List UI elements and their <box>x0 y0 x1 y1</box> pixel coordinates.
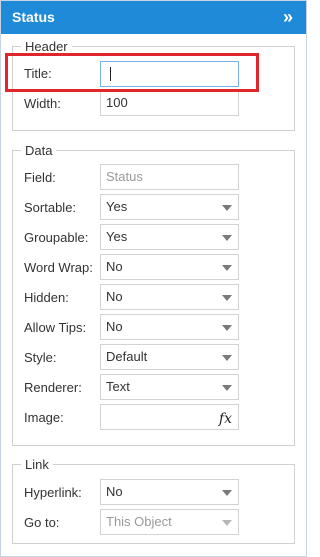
groupable-select[interactable]: Yes <box>100 224 239 250</box>
wordwrap-value: No <box>106 259 123 274</box>
wordwrap-label: Word Wrap: <box>24 260 93 275</box>
width-input[interactable]: 100 <box>100 90 239 116</box>
style-select[interactable]: Default <box>100 344 239 370</box>
renderer-select[interactable]: Text <box>100 374 239 400</box>
hyperlink-value: No <box>106 484 123 499</box>
chevron-down-icon <box>222 205 232 211</box>
image-input[interactable]: fx <box>100 404 239 430</box>
hyperlink-select[interactable]: No <box>100 479 239 505</box>
text-cursor <box>110 67 111 81</box>
allowtips-select[interactable]: No <box>100 314 239 340</box>
sortable-value: Yes <box>106 199 128 214</box>
wordwrap-select[interactable]: No <box>100 254 239 280</box>
field-input-value: Status <box>106 169 143 184</box>
chevron-down-icon <box>222 355 232 361</box>
goto-value: This Object <box>106 514 172 529</box>
hyperlink-label: Hyperlink: <box>24 485 82 500</box>
renderer-label: Renderer: <box>24 380 82 395</box>
title-label: Title: <box>24 66 52 81</box>
allowtips-label: Allow Tips: <box>24 320 87 335</box>
field-input: Status <box>100 164 239 190</box>
chevron-down-icon <box>222 490 232 496</box>
header-legend: Header <box>25 39 68 54</box>
groupable-value: Yes <box>106 229 128 244</box>
link-legend: Link <box>25 457 49 472</box>
properties-panel: Status » Header Title: Width: 100 Data F… <box>0 0 307 557</box>
hidden-select[interactable]: No <box>100 284 239 310</box>
formula-fx-icon[interactable]: fx <box>219 407 232 431</box>
hidden-label: Hidden: <box>24 290 69 305</box>
width-label: Width: <box>24 96 61 111</box>
image-label: Image: <box>24 410 64 425</box>
groupable-label: Groupable: <box>24 230 89 245</box>
panel-title: Status <box>12 9 55 25</box>
renderer-value: Text <box>106 379 130 394</box>
sortable-select[interactable]: Yes <box>100 194 239 220</box>
data-legend: Data <box>25 143 53 158</box>
title-input[interactable] <box>100 61 239 87</box>
chevron-down-icon <box>222 265 232 271</box>
allowtips-value: No <box>106 319 123 334</box>
panel-header: Status » <box>1 1 306 34</box>
width-input-value: 100 <box>106 95 128 110</box>
sortable-label: Sortable: <box>24 200 77 215</box>
chevron-down-icon <box>222 235 232 241</box>
style-label: Style: <box>24 350 57 365</box>
hidden-value: No <box>106 289 123 304</box>
collapse-panel-icon[interactable]: » <box>278 7 298 27</box>
field-label: Field: <box>24 170 56 185</box>
chevron-down-icon <box>222 385 232 391</box>
chevron-down-icon <box>222 520 232 526</box>
style-value: Default <box>106 349 148 364</box>
chevron-down-icon <box>222 295 232 301</box>
chevron-down-icon <box>222 325 232 331</box>
goto-select: This Object <box>100 509 239 535</box>
goto-label: Go to: <box>24 515 60 530</box>
